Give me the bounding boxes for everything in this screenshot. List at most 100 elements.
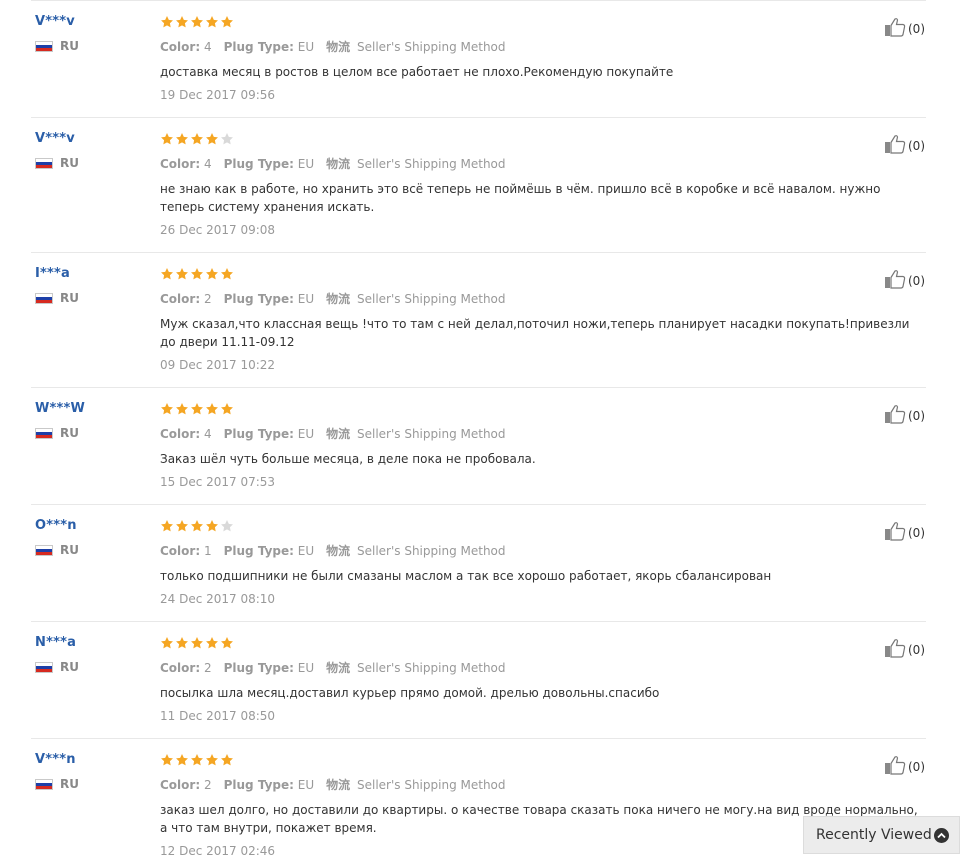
reviewer-name[interactable]: V***v	[35, 130, 79, 148]
russia-flag-icon	[35, 544, 53, 556]
color-label: Color:	[160, 292, 201, 306]
recently-viewed-label: Recently Viewed	[816, 827, 932, 843]
helpful-button[interactable]: (0)	[884, 404, 925, 428]
star-filled-icon	[220, 401, 234, 417]
star-rating	[160, 518, 920, 534]
star-rating	[160, 401, 920, 417]
plug-type-label: Plug Type:	[223, 778, 294, 792]
star-filled-icon	[190, 635, 204, 651]
reviewer-name[interactable]: W***W	[35, 400, 85, 418]
recently-viewed-button[interactable]: Recently Viewed	[803, 816, 960, 854]
reviewer-name[interactable]: V***v	[35, 13, 79, 31]
star-filled-icon	[205, 266, 219, 282]
review-divider	[31, 252, 926, 253]
star-filled-icon	[205, 131, 219, 147]
review-attributes: Color: 1 Plug Type: EU 物流 Seller's Shippin…	[160, 543, 920, 559]
russia-flag-icon	[35, 427, 53, 439]
star-filled-icon	[220, 14, 234, 30]
review-divider	[31, 621, 926, 622]
review-divider	[31, 387, 926, 388]
shipping-label-icon: 物流	[326, 778, 351, 792]
plug-type-label: Plug Type:	[223, 40, 294, 54]
country-code: RU	[60, 660, 79, 674]
reviewer-name[interactable]: O***n	[35, 517, 79, 535]
color-value: 1	[203, 544, 212, 558]
review-date: 24 Dec 2017 08:10	[160, 592, 276, 606]
helpful-count: (0)	[908, 274, 925, 288]
star-filled-icon	[220, 266, 234, 282]
star-filled-icon	[175, 635, 189, 651]
review-date: 15 Dec 2017 07:53	[160, 475, 276, 489]
review-text: Заказ шёл чуть больше месяца, в деле пок…	[160, 452, 536, 466]
star-rating	[160, 14, 920, 30]
star-filled-icon	[160, 752, 174, 768]
star-filled-icon	[220, 752, 234, 768]
russia-flag-icon	[35, 292, 53, 304]
country-code: RU	[60, 39, 79, 53]
russia-flag-icon	[35, 157, 53, 169]
shipping-method: Seller's Shipping Method	[356, 157, 506, 171]
star-filled-icon	[190, 14, 204, 30]
helpful-button[interactable]: (0)	[884, 269, 925, 293]
helpful-count: (0)	[908, 760, 925, 774]
helpful-button[interactable]: (0)	[884, 134, 925, 158]
country-code: RU	[60, 426, 79, 440]
russia-flag-icon	[35, 40, 53, 52]
review-attributes: Color: 4 Plug Type: EU 物流 Seller's Shippin…	[160, 426, 920, 442]
reviewer-info: W***W RU	[35, 400, 85, 440]
review-text: только подшипники не были смазаны маслом…	[160, 569, 772, 583]
helpful-button[interactable]: (0)	[884, 521, 925, 545]
review-divider	[31, 0, 926, 1]
helpful-count: (0)	[908, 526, 925, 540]
review-content: Color: 2 Plug Type: EU 物流 Seller's Shippin…	[160, 266, 920, 373]
helpful-count: (0)	[908, 409, 925, 423]
plug-type-value: EU	[297, 427, 315, 441]
star-filled-icon	[190, 266, 204, 282]
star-filled-icon	[205, 635, 219, 651]
reviewer-info: V***v RU	[35, 130, 79, 170]
reviewer-name[interactable]: V***n	[35, 751, 79, 769]
color-label: Color:	[160, 544, 201, 558]
shipping-method: Seller's Shipping Method	[356, 778, 506, 792]
helpful-button[interactable]: (0)	[884, 755, 925, 779]
color-label: Color:	[160, 661, 201, 675]
reviewer-name[interactable]: N***a	[35, 634, 79, 652]
star-filled-icon	[160, 635, 174, 651]
review-attributes: Color: 2 Plug Type: EU 物流 Seller's Shippin…	[160, 660, 920, 676]
review-divider	[31, 504, 926, 505]
reviewer-country: RU	[35, 156, 79, 170]
star-filled-icon	[220, 635, 234, 651]
star-filled-icon	[160, 401, 174, 417]
plug-type-label: Plug Type:	[223, 427, 294, 441]
review-divider	[31, 738, 926, 739]
star-empty-icon	[220, 518, 234, 534]
star-filled-icon	[160, 266, 174, 282]
star-filled-icon	[175, 131, 189, 147]
star-rating	[160, 635, 920, 651]
color-value: 4	[203, 40, 212, 54]
star-filled-icon	[190, 752, 204, 768]
review-content: Color: 4 Plug Type: EU 物流 Seller's Shippin…	[160, 14, 920, 103]
country-code: RU	[60, 156, 79, 170]
reviewer-name[interactable]: I***a	[35, 265, 79, 283]
review-text: не знаю как в работе, но хранить это всё…	[160, 182, 881, 214]
star-filled-icon	[190, 401, 204, 417]
reviewer-info: V***v RU	[35, 13, 79, 53]
reviewer-country: RU	[35, 426, 85, 440]
reviewer-info: I***a RU	[35, 265, 79, 305]
color-label: Color:	[160, 778, 201, 792]
color-value: 2	[203, 778, 212, 792]
helpful-count: (0)	[908, 139, 925, 153]
plug-type-value: EU	[297, 40, 315, 54]
thumbs-up-icon	[884, 269, 906, 293]
plug-type-label: Plug Type:	[223, 157, 294, 171]
helpful-count: (0)	[908, 22, 925, 36]
review-divider	[31, 117, 926, 118]
plug-type-label: Plug Type:	[223, 292, 294, 306]
star-empty-icon	[220, 131, 234, 147]
reviewer-country: RU	[35, 543, 79, 557]
russia-flag-icon	[35, 661, 53, 673]
helpful-count: (0)	[908, 643, 925, 657]
helpful-button[interactable]: (0)	[884, 17, 925, 41]
helpful-button[interactable]: (0)	[884, 638, 925, 662]
